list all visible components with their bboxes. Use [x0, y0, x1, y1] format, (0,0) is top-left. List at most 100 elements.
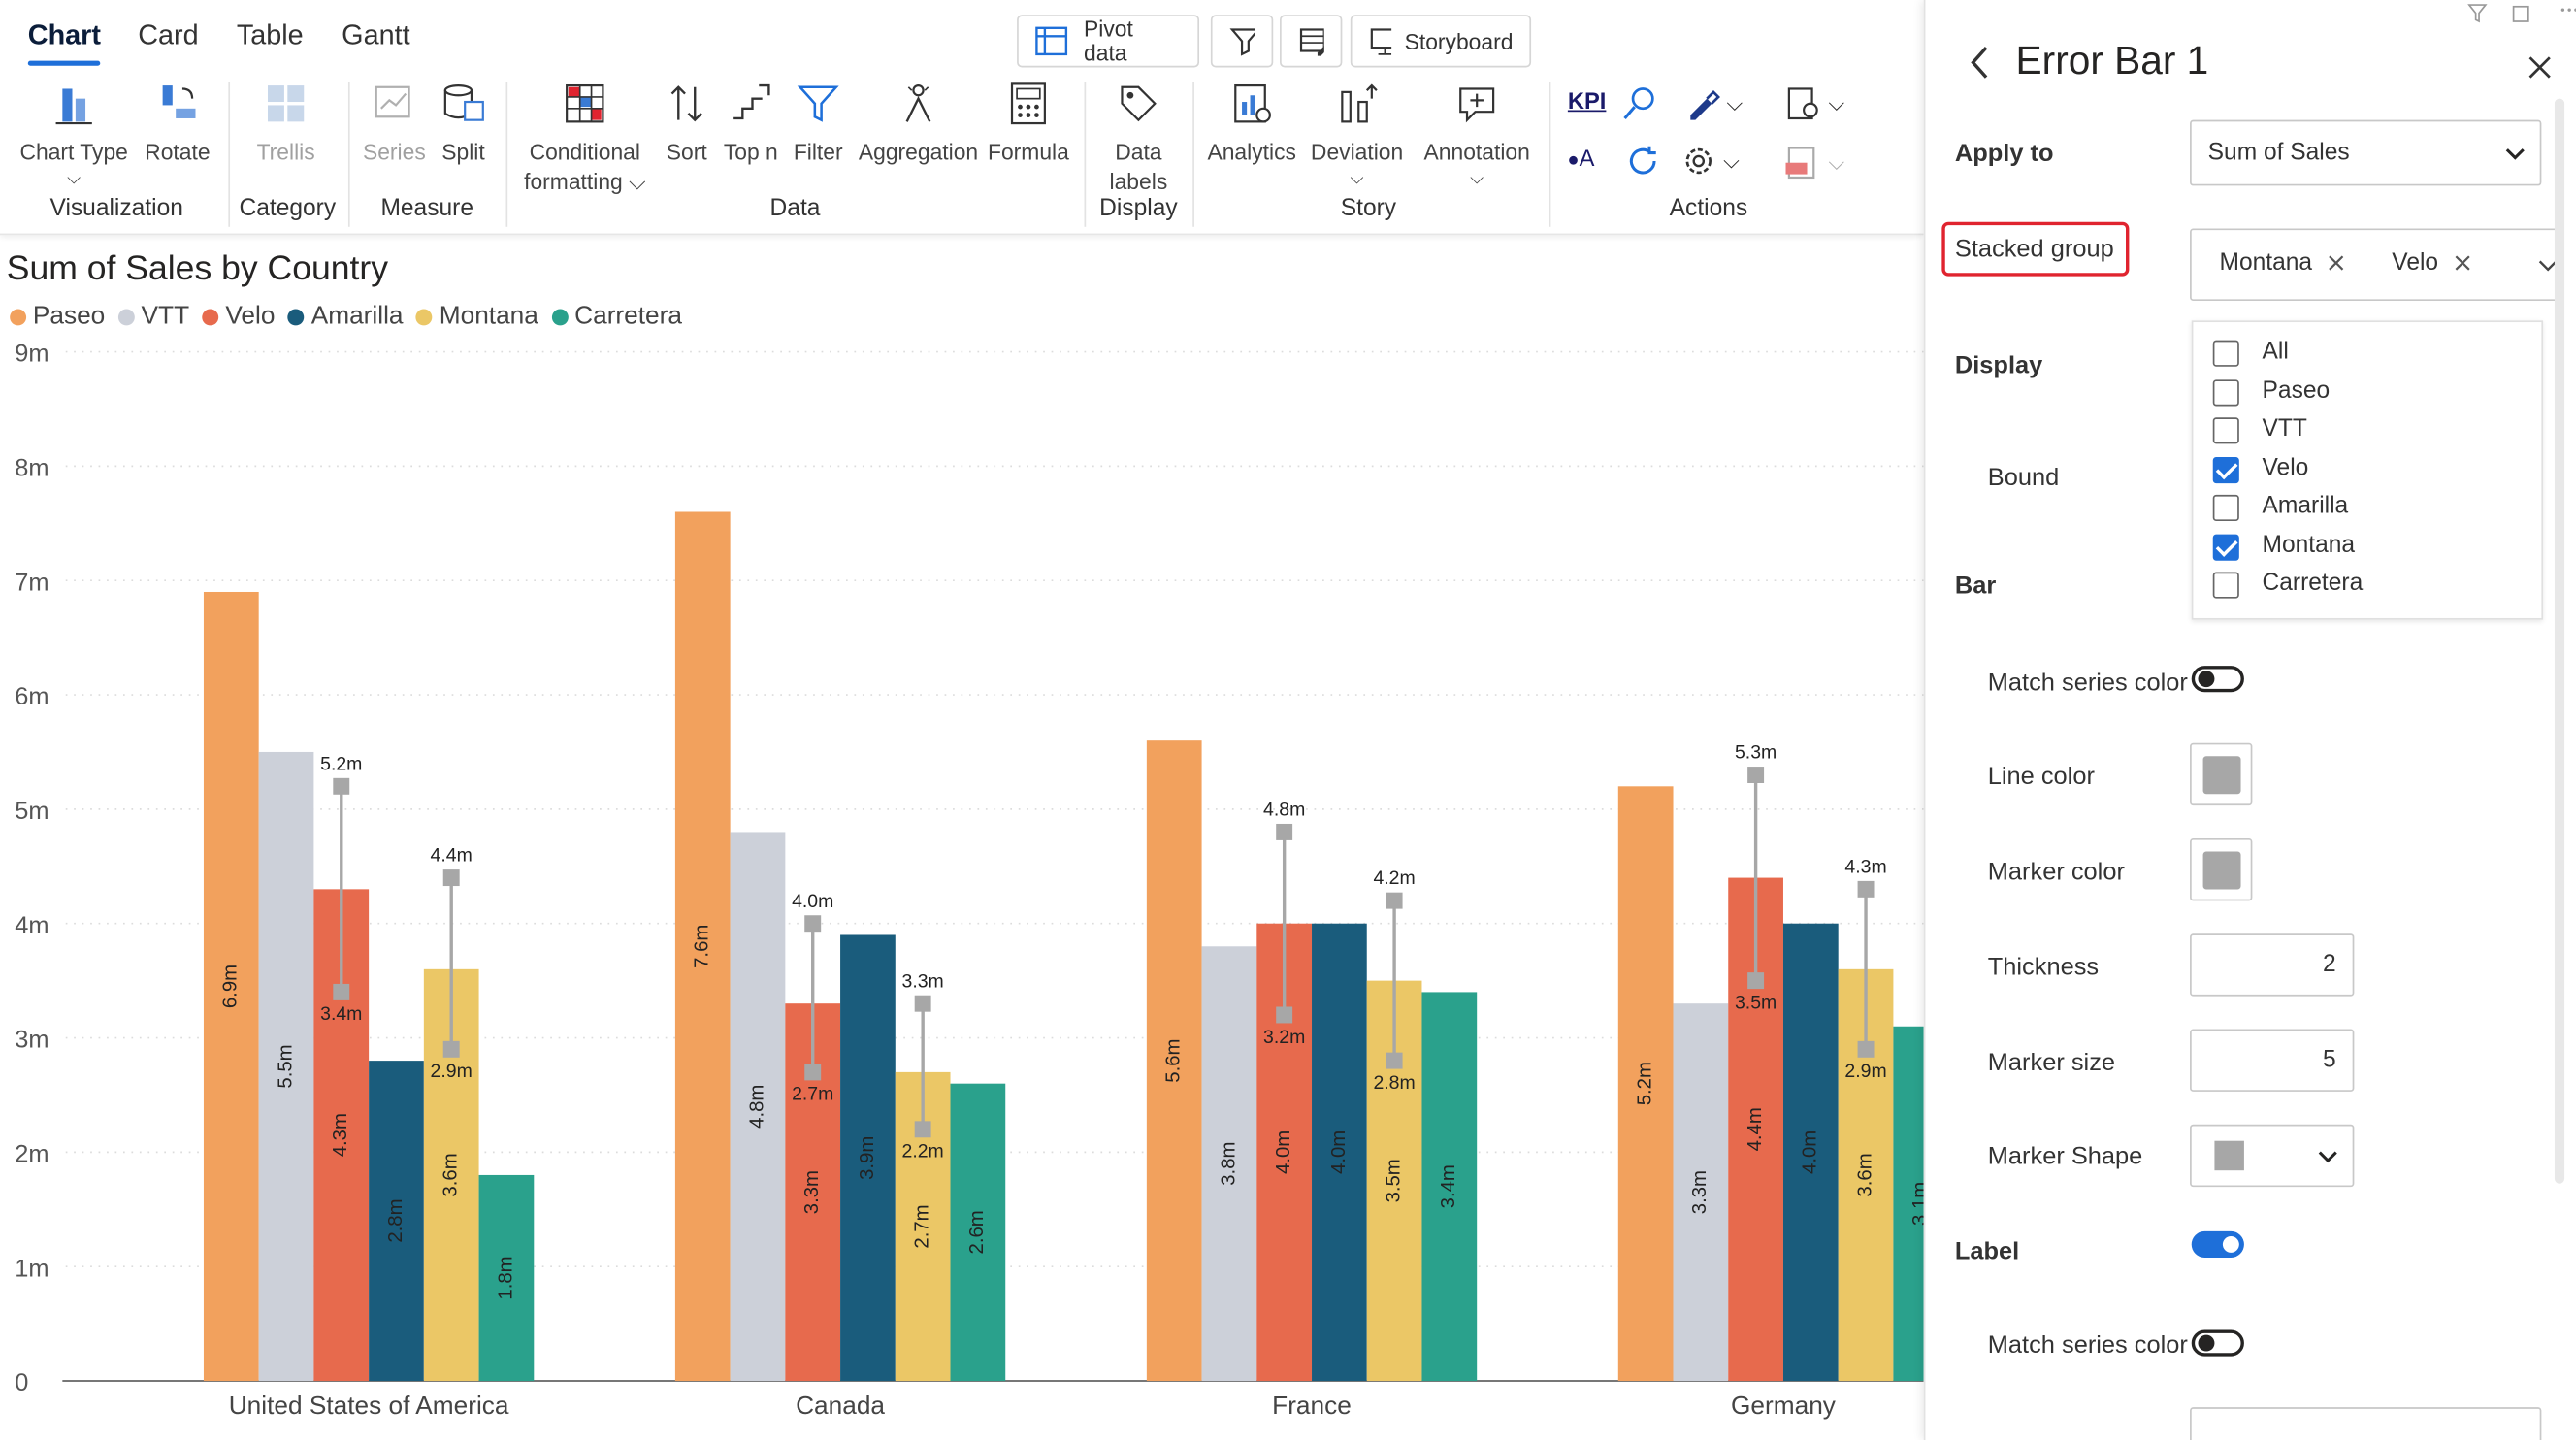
export-button[interactable]: ⌵: [1780, 82, 1844, 125]
close-icon[interactable]: [2329, 255, 2345, 272]
deviation-label: Deviation: [1310, 139, 1404, 165]
marker-size-value: 5: [2323, 1047, 2336, 1074]
option-label-montana[interactable]: Montana: [2263, 532, 2356, 558]
refresh-button[interactable]: [1623, 142, 1663, 189]
checkbox-montana[interactable]: [2212, 533, 2239, 560]
tab-gantt[interactable]: Gantt: [342, 19, 409, 52]
chart-type-button[interactable]: Chart Type ⌵: [19, 79, 128, 194]
tab-card[interactable]: Card: [138, 19, 198, 52]
top-n-button[interactable]: Top n: [720, 79, 782, 167]
chevron-down-icon: ⌵: [1726, 90, 1744, 115]
data-label: 3.8m: [1218, 1142, 1239, 1186]
option-label-velo[interactable]: Velo: [2263, 454, 2309, 480]
pdf-icon: [1785, 147, 1815, 180]
trellis-button[interactable]: Trellis: [249, 79, 322, 167]
filter-settings-button[interactable]: [1210, 15, 1274, 68]
option-label-vtt[interactable]: VTT: [2263, 416, 2307, 442]
split-button[interactable]: Split: [432, 79, 494, 167]
pivot-icon: [1035, 26, 1068, 56]
data-labels-button[interactable]: Data labels: [1094, 79, 1183, 197]
option-label-all[interactable]: All: [2263, 339, 2289, 365]
kpi-button[interactable]: KPI: [1564, 85, 1610, 115]
formula-button[interactable]: Formula: [986, 79, 1071, 167]
legend-swatch: [117, 309, 135, 326]
legend-item-vtt[interactable]: VTT: [117, 303, 189, 332]
panel-scrollbar[interactable]: [2554, 98, 2565, 1184]
option-label-amarilla[interactable]: Amarilla: [2263, 493, 2349, 519]
option-label-carretera[interactable]: Carretera: [2263, 571, 2364, 597]
checkbox-paseo[interactable]: [2212, 378, 2239, 406]
match-series-color-toggle[interactable]: [2191, 666, 2244, 693]
checkbox-carretera[interactable]: [2212, 572, 2239, 599]
marker-color-picker[interactable]: [2190, 837, 2253, 901]
filter-button[interactable]: Filter: [789, 79, 848, 167]
label-match-series-color-toggle[interactable]: [2191, 1329, 2244, 1357]
group-measure: Measure: [380, 195, 473, 222]
aggregation-button[interactable]: Aggregation: [854, 79, 982, 167]
series-button[interactable]: Series: [362, 79, 428, 167]
apply-to-select[interactable]: Sum of Sales: [2190, 119, 2542, 186]
tab-chart[interactable]: Chart: [28, 19, 101, 52]
marker-size-label: Marker size: [1987, 1048, 2116, 1077]
error-bar-upper-marker: [1276, 823, 1293, 840]
error-bar-upper-marker: [333, 777, 350, 795]
chart-type-icon: [55, 88, 92, 125]
checkbox-all[interactable]: [2212, 340, 2239, 367]
storyboard-button[interactable]: Storyboard: [1350, 15, 1532, 68]
legend-item-velo[interactable]: Velo: [202, 303, 275, 332]
legend-label: Amarilla: [310, 302, 404, 331]
deviation-button[interactable]: Deviation ⌵: [1308, 79, 1407, 194]
checkbox-velo[interactable]: [2212, 456, 2239, 483]
error-bar-lower-label: 3.5m: [1735, 992, 1777, 1013]
error-bar-upper-marker: [1857, 880, 1875, 898]
legend-swatch: [10, 309, 27, 326]
conditional-formatting-button[interactable]: Conditional formatting ⌵: [516, 79, 654, 197]
chevron-down-icon: ⌵: [67, 169, 82, 189]
sort-label: Sort: [666, 139, 707, 165]
edit-table-button[interactable]: [1280, 15, 1343, 68]
line-color-picker[interactable]: [2190, 742, 2253, 806]
close-icon[interactable]: [2455, 255, 2471, 272]
label-section-label: Label: [1954, 1237, 2020, 1266]
label-toggle[interactable]: [2191, 1230, 2244, 1258]
checkbox-amarilla[interactable]: [2212, 494, 2239, 522]
pivot-data-button[interactable]: Pivot data: [1017, 15, 1200, 68]
legend-item-montana[interactable]: Montana: [416, 303, 538, 332]
data-label: 2.7m: [912, 1204, 933, 1248]
brush-button[interactable]: ⌵: [1679, 82, 1743, 125]
chart-legend: Paseo VTT Velo Amarilla Montana Carretera: [10, 303, 682, 332]
analytics-button[interactable]: Analytics: [1204, 79, 1299, 167]
back-button[interactable]: [1968, 45, 1991, 89]
y-tick-label: 1m: [15, 1255, 49, 1282]
option-label-paseo[interactable]: Paseo: [2263, 377, 2331, 404]
chevron-down-icon: [2318, 1151, 2337, 1163]
search-button[interactable]: [1618, 82, 1661, 134]
rotate-button[interactable]: Rotate: [142, 79, 214, 167]
stacked-group-multiselect[interactable]: Montana Velo: [2190, 228, 2561, 302]
tab-table[interactable]: Table: [237, 19, 304, 52]
marker-shape-select[interactable]: [2190, 1124, 2355, 1188]
x-tick-label: France: [1272, 1391, 1352, 1420]
label-type-select[interactable]: [2190, 1407, 2542, 1440]
analytics-label: Analytics: [1207, 139, 1296, 165]
legend-item-paseo[interactable]: Paseo: [10, 303, 105, 332]
error-bar-upper-marker: [1386, 892, 1403, 909]
legend-item-carretera[interactable]: Carretera: [551, 303, 682, 332]
thickness-input[interactable]: 2: [2190, 933, 2355, 997]
pdf-button[interactable]: ⌵: [1780, 142, 1844, 184]
checkbox-vtt[interactable]: [2212, 417, 2239, 444]
y-tick-label: 2m: [15, 1141, 49, 1168]
data-labels-label-2: labels: [1109, 169, 1168, 194]
close-button[interactable]: [2527, 54, 2553, 89]
legend-item-amarilla[interactable]: Amarilla: [287, 302, 404, 332]
annotation-button[interactable]: Annotation ⌵: [1417, 79, 1538, 194]
legend-label: Montana: [439, 302, 538, 331]
marker-shape-label: Marker Shape: [1987, 1142, 2143, 1171]
sort-button[interactable]: Sort: [662, 79, 711, 167]
settings-button[interactable]: ⌵: [1679, 142, 1740, 181]
marker-size-input[interactable]: 5: [2190, 1029, 2355, 1092]
x-tick-label: Germany: [1731, 1391, 1837, 1420]
conditional-label-button[interactable]: ●A: [1567, 145, 1594, 171]
y-tick-label: 6m: [15, 683, 49, 710]
group-divider: [505, 82, 508, 227]
